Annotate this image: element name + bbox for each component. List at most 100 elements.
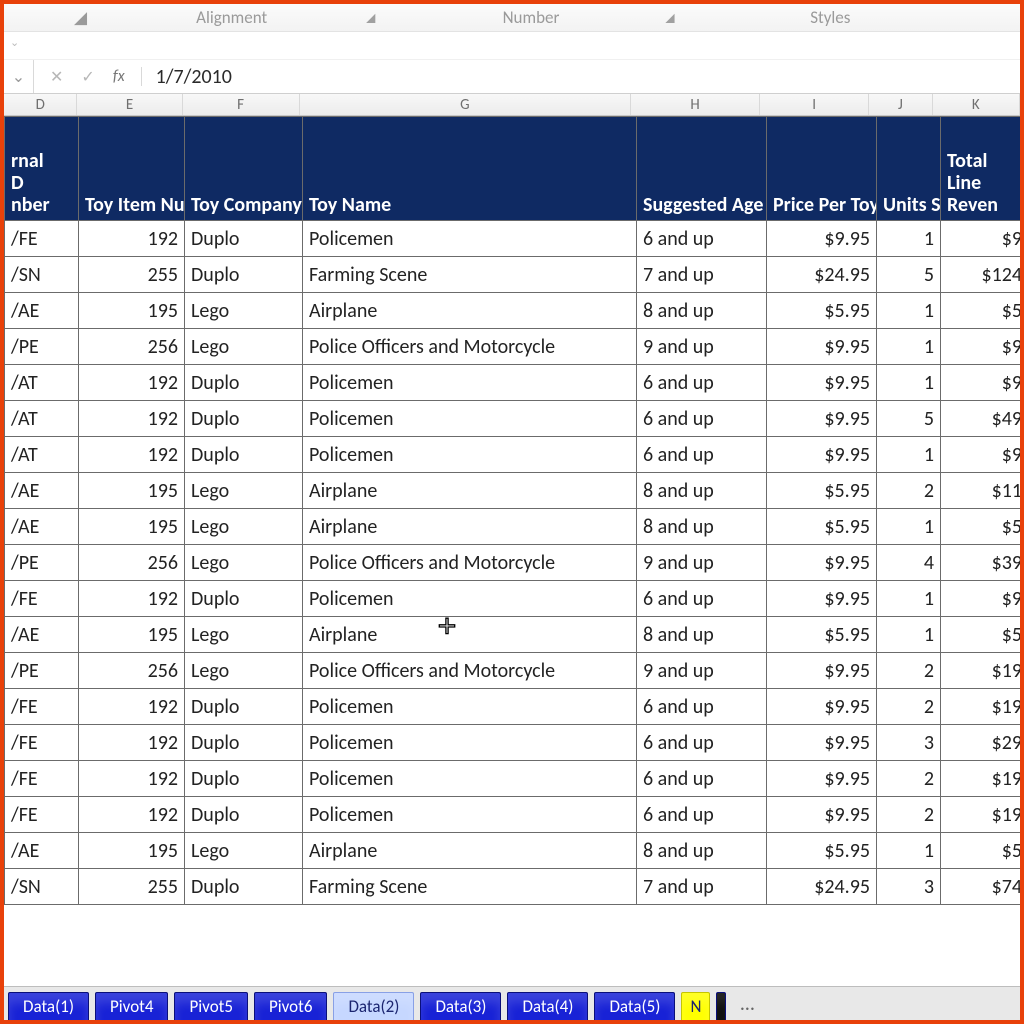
cell-toy-name[interactable]: Police Officers and Motorcycle (303, 329, 637, 365)
cell-suggested-age[interactable]: 6 and up (637, 221, 767, 257)
cell-internal-id[interactable]: /AE (5, 293, 79, 329)
cell-toy-name[interactable]: Policemen (303, 437, 637, 473)
cell-internal-id[interactable]: /PE (5, 545, 79, 581)
cell-units[interactable]: 1 (877, 293, 941, 329)
sheet-tab-n[interactable]: N (681, 992, 710, 1020)
cell-toy-item[interactable]: 256 (79, 653, 185, 689)
cell-price[interactable]: $9.95 (767, 581, 877, 617)
sheet-tab[interactable]: Pivot6 (254, 992, 327, 1020)
cell-units[interactable]: 2 (877, 653, 941, 689)
cell-internal-id[interactable]: /AE (5, 509, 79, 545)
cell-toy-name[interactable]: Policemen (303, 797, 637, 833)
column-header-D[interactable]: D (4, 94, 77, 115)
sheet-tab-hidden[interactable] (716, 992, 726, 1020)
cell-suggested-age[interactable]: 7 and up (637, 869, 767, 905)
cell-internal-id[interactable]: /AE (5, 833, 79, 869)
header-internal-id[interactable]: rnal D nber (5, 117, 79, 221)
cell-suggested-age[interactable]: 6 and up (637, 401, 767, 437)
cell-total[interactable]: $19 (941, 653, 1021, 689)
header-units-sold[interactable]: Units Sold (877, 117, 941, 221)
cell-internal-id[interactable]: /AE (5, 473, 79, 509)
cell-toy-name[interactable]: Policemen (303, 365, 637, 401)
cell-total[interactable]: $11 (941, 473, 1021, 509)
cell-internal-id[interactable]: /FE (5, 725, 79, 761)
cell-internal-id[interactable]: /FE (5, 581, 79, 617)
cell-toy-company[interactable]: Duplo (185, 869, 303, 905)
cell-price[interactable]: $9.95 (767, 329, 877, 365)
cell-total[interactable]: $9 (941, 221, 1021, 257)
cell-toy-company[interactable]: Lego (185, 329, 303, 365)
cell-price[interactable]: $9.95 (767, 365, 877, 401)
cell-total[interactable]: $9 (941, 437, 1021, 473)
cell-price[interactable]: $9.95 (767, 221, 877, 257)
cell-toy-item[interactable]: 255 (79, 869, 185, 905)
header-toy-name[interactable]: Toy Name (303, 117, 637, 221)
cell-suggested-age[interactable]: 9 and up (637, 329, 767, 365)
spreadsheet-grid[interactable]: rnal D nber Toy Item Number Toy Company … (4, 116, 1020, 986)
cell-total[interactable]: $74 (941, 869, 1021, 905)
cell-total[interactable]: $49 (941, 401, 1021, 437)
cell-toy-item[interactable]: 192 (79, 581, 185, 617)
cell-price[interactable]: $24.95 (767, 869, 877, 905)
cell-units[interactable]: 1 (877, 509, 941, 545)
sheet-tab[interactable]: Data(3) (420, 992, 501, 1020)
enter-icon[interactable]: ✓ (81, 67, 94, 87)
cell-toy-item[interactable]: 256 (79, 545, 185, 581)
fx-icon[interactable]: fx (113, 67, 125, 86)
cell-units[interactable]: 1 (877, 365, 941, 401)
cell-toy-company[interactable]: Duplo (185, 689, 303, 725)
cell-toy-name[interactable]: Airplane (303, 509, 637, 545)
cell-toy-item[interactable]: 195 (79, 473, 185, 509)
column-header-K[interactable]: K (933, 94, 1020, 115)
cancel-icon[interactable]: ✕ (50, 67, 63, 87)
cell-toy-item[interactable]: 192 (79, 797, 185, 833)
cell-suggested-age[interactable]: 6 and up (637, 437, 767, 473)
cell-total[interactable]: $5 (941, 617, 1021, 653)
cell-total[interactable]: $5 (941, 509, 1021, 545)
column-header-F[interactable]: F (183, 94, 300, 115)
header-suggested-age[interactable]: Suggested Age (637, 117, 767, 221)
cell-toy-name[interactable]: Policemen (303, 401, 637, 437)
cell-toy-item[interactable]: 255 (79, 257, 185, 293)
column-header-G[interactable]: G (300, 94, 631, 115)
cell-suggested-age[interactable]: 8 and up (637, 473, 767, 509)
cell-price[interactable]: $9.95 (767, 401, 877, 437)
cell-toy-company[interactable]: Duplo (185, 761, 303, 797)
name-box-dropdown[interactable]: ⌄ (4, 60, 34, 93)
cell-suggested-age[interactable]: 6 and up (637, 365, 767, 401)
cell-internal-id[interactable]: /AT (5, 365, 79, 401)
cell-price[interactable]: $5.95 (767, 509, 877, 545)
collapse-ribbon-icon[interactable]: ⌄ (10, 36, 19, 49)
sheet-tab[interactable]: Data(2) (333, 992, 414, 1020)
cell-units[interactable]: 1 (877, 581, 941, 617)
cell-toy-item[interactable]: 192 (79, 689, 185, 725)
cell-units[interactable]: 3 (877, 725, 941, 761)
cell-suggested-age[interactable]: 6 and up (637, 797, 767, 833)
cell-internal-id[interactable]: /PE (5, 329, 79, 365)
cell-total[interactable]: $19 (941, 797, 1021, 833)
cell-toy-company[interactable]: Lego (185, 473, 303, 509)
cell-total[interactable]: $124 (941, 257, 1021, 293)
cell-suggested-age[interactable]: 6 and up (637, 581, 767, 617)
cell-toy-name[interactable]: Airplane (303, 473, 637, 509)
cell-total[interactable]: $9 (941, 581, 1021, 617)
cell-units[interactable]: 1 (877, 617, 941, 653)
cell-toy-item[interactable]: 192 (79, 761, 185, 797)
cell-suggested-age[interactable]: 9 and up (637, 653, 767, 689)
cell-suggested-age[interactable]: 8 and up (637, 293, 767, 329)
cell-internal-id[interactable]: /FE (5, 761, 79, 797)
sheet-tab[interactable]: Data(4) (507, 992, 588, 1020)
cell-toy-name[interactable]: Airplane (303, 617, 637, 653)
cell-total[interactable]: $39 (941, 545, 1021, 581)
cell-units[interactable]: 3 (877, 869, 941, 905)
cell-price[interactable]: $5.95 (767, 833, 877, 869)
cell-internal-id[interactable]: /FE (5, 221, 79, 257)
cell-toy-company[interactable]: Duplo (185, 797, 303, 833)
cell-toy-company[interactable]: Duplo (185, 221, 303, 257)
column-header-E[interactable]: E (77, 94, 182, 115)
cell-toy-name[interactable]: Farming Scene (303, 869, 637, 905)
cell-internal-id[interactable]: /AT (5, 437, 79, 473)
cell-units[interactable]: 1 (877, 329, 941, 365)
cell-units[interactable]: 2 (877, 689, 941, 725)
header-price-per-toy[interactable]: Price Per Toy (767, 117, 877, 221)
